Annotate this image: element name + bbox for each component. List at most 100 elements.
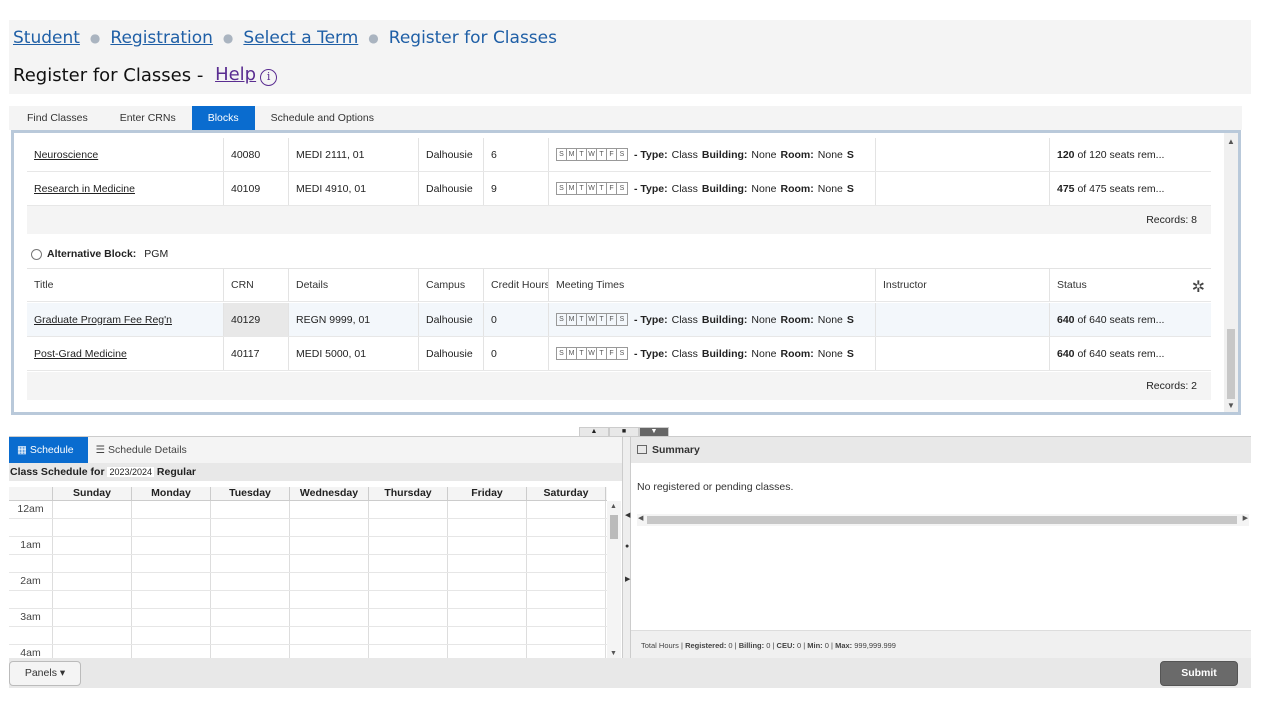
calendar-slot[interactable]	[448, 519, 527, 536]
calendar-slot[interactable]	[53, 555, 132, 572]
calendar-slot[interactable]	[448, 501, 527, 518]
calendar-slot[interactable]	[448, 537, 527, 554]
calendar-slot[interactable]	[527, 555, 606, 572]
column-title[interactable]: Title	[27, 269, 224, 301]
calendar-slot[interactable]	[369, 573, 448, 590]
column-crn[interactable]: CRN	[224, 269, 289, 301]
calendar-slot[interactable]	[211, 591, 290, 608]
calendar-slot[interactable]	[448, 645, 527, 659]
calendar-slot[interactable]	[211, 501, 290, 518]
summary-scrollbar[interactable]: ◀ ▶	[637, 514, 1249, 526]
calendar-slot[interactable]	[369, 501, 448, 518]
calendar-slot[interactable]	[132, 645, 211, 659]
panels-button[interactable]: Panels ▾	[9, 661, 81, 686]
schedule-scrollbar[interactable]: ▲ ▼	[607, 501, 621, 659]
calendar-slot[interactable]	[369, 627, 448, 644]
breadcrumb-student[interactable]: Student	[13, 28, 80, 48]
calendar-slot[interactable]	[448, 573, 527, 590]
calendar-slot[interactable]	[132, 573, 211, 590]
calendar-slot[interactable]	[53, 537, 132, 554]
calendar-slot[interactable]	[211, 645, 290, 659]
calendar-slot[interactable]	[527, 573, 606, 590]
calendar-slot[interactable]	[53, 627, 132, 644]
tab-schedule-details[interactable]: ☰ Schedule Details	[88, 437, 201, 463]
gear-icon[interactable]: ✲	[1192, 277, 1205, 297]
scroll-left-icon[interactable]: ◀	[638, 514, 643, 522]
calendar-slot[interactable]	[369, 645, 448, 659]
calendar-slot[interactable]	[290, 501, 369, 518]
calendar-slot[interactable]	[527, 609, 606, 626]
calendar-slot[interactable]	[53, 645, 132, 659]
calendar-slot[interactable]	[527, 501, 606, 518]
scrollbar-thumb[interactable]	[610, 515, 618, 539]
calendar-slot[interactable]	[132, 537, 211, 554]
column-instructor[interactable]: Instructor	[876, 269, 1050, 301]
submit-button[interactable]: Submit	[1160, 661, 1238, 686]
table-row[interactable]: Graduate Program Fee Reg'n 40129 REGN 9999…	[27, 303, 1211, 337]
calendar-slot[interactable]	[290, 609, 369, 626]
scroll-up-icon[interactable]: ▲	[1227, 137, 1235, 146]
calendar-slot[interactable]	[369, 537, 448, 554]
tab-schedule-options[interactable]: Schedule and Options	[255, 106, 390, 130]
column-campus[interactable]: Campus	[419, 269, 484, 301]
calendar-slot[interactable]	[132, 555, 211, 572]
table-row[interactable]: Neuroscience 40080 MEDI 2111, 01 Dalhousie 6…	[27, 138, 1211, 172]
vertical-splitter[interactable]: ◀ ● ▶	[622, 437, 631, 659]
calendar-slot[interactable]	[369, 591, 448, 608]
calendar-slot[interactable]	[132, 627, 211, 644]
table-row[interactable]: Research in Medicine 40109 MEDI 4910, 01 Da…	[27, 172, 1211, 206]
calendar-slot[interactable]	[53, 609, 132, 626]
calendar-slot[interactable]	[290, 537, 369, 554]
alternative-block-radio[interactable]	[31, 248, 42, 260]
calendar-slot[interactable]	[290, 645, 369, 659]
calendar-slot[interactable]	[211, 519, 290, 536]
course-title-link[interactable]: Neuroscience	[34, 149, 98, 161]
breadcrumb-registration[interactable]: Registration	[110, 28, 213, 48]
calendar-slot[interactable]	[448, 555, 527, 572]
column-details[interactable]: Details	[289, 269, 419, 301]
column-meeting-times[interactable]: Meeting Times	[549, 269, 876, 301]
calendar-slot[interactable]	[369, 609, 448, 626]
calendar-slot[interactable]	[290, 627, 369, 644]
collapse-right-icon[interactable]: ▶	[625, 575, 630, 583]
scroll-up-icon[interactable]: ▲	[610, 503, 617, 510]
scroll-down-icon[interactable]: ▼	[610, 650, 617, 657]
splitter-handle-icon[interactable]: ●	[625, 543, 629, 550]
column-status[interactable]: Status ✲	[1050, 269, 1211, 301]
course-title-link[interactable]: Post-Grad Medicine	[34, 348, 127, 360]
tab-schedule[interactable]: ▦ Schedule	[9, 437, 88, 463]
calendar-slot[interactable]	[290, 555, 369, 572]
calendar-slot[interactable]	[527, 591, 606, 608]
calendar-slot[interactable]	[132, 501, 211, 518]
calendar-slot[interactable]	[132, 609, 211, 626]
calendar-slot[interactable]	[369, 555, 448, 572]
calendar-slot[interactable]	[211, 627, 290, 644]
blocks-scrollbar[interactable]: ▲ ▼	[1224, 133, 1238, 412]
calendar-slot[interactable]	[448, 609, 527, 626]
course-title-link[interactable]: Research in Medicine	[34, 183, 135, 195]
calendar-slot[interactable]	[211, 573, 290, 590]
course-title-link[interactable]: Graduate Program Fee Reg'n	[34, 314, 172, 326]
calendar-slot[interactable]	[53, 591, 132, 608]
collapse-left-icon[interactable]: ◀	[625, 511, 630, 519]
calendar-slot[interactable]	[448, 627, 527, 644]
calendar-slot[interactable]	[369, 519, 448, 536]
scrollbar-thumb[interactable]	[647, 516, 1237, 524]
calendar-slot[interactable]	[527, 537, 606, 554]
column-credit-hours[interactable]: Credit Hours	[484, 269, 549, 301]
scrollbar-thumb[interactable]	[1227, 329, 1235, 399]
calendar-slot[interactable]	[290, 573, 369, 590]
calendar-slot[interactable]	[527, 645, 606, 659]
tab-enter-crns[interactable]: Enter CRNs	[104, 106, 192, 130]
tab-find-classes[interactable]: Find Classes	[9, 106, 104, 130]
calendar-slot[interactable]	[53, 519, 132, 536]
calendar-slot[interactable]	[211, 537, 290, 554]
calendar-slot[interactable]	[448, 591, 527, 608]
calendar-slot[interactable]	[211, 609, 290, 626]
help-link[interactable]: Help i	[215, 64, 278, 86]
calendar-slot[interactable]	[290, 591, 369, 608]
calendar-slot[interactable]	[132, 591, 211, 608]
scroll-right-icon[interactable]: ▶	[1243, 514, 1248, 522]
calendar-slot[interactable]	[132, 519, 211, 536]
table-row[interactable]: Post-Grad Medicine 40117 MEDI 5000, 01 Dalh…	[27, 337, 1211, 371]
